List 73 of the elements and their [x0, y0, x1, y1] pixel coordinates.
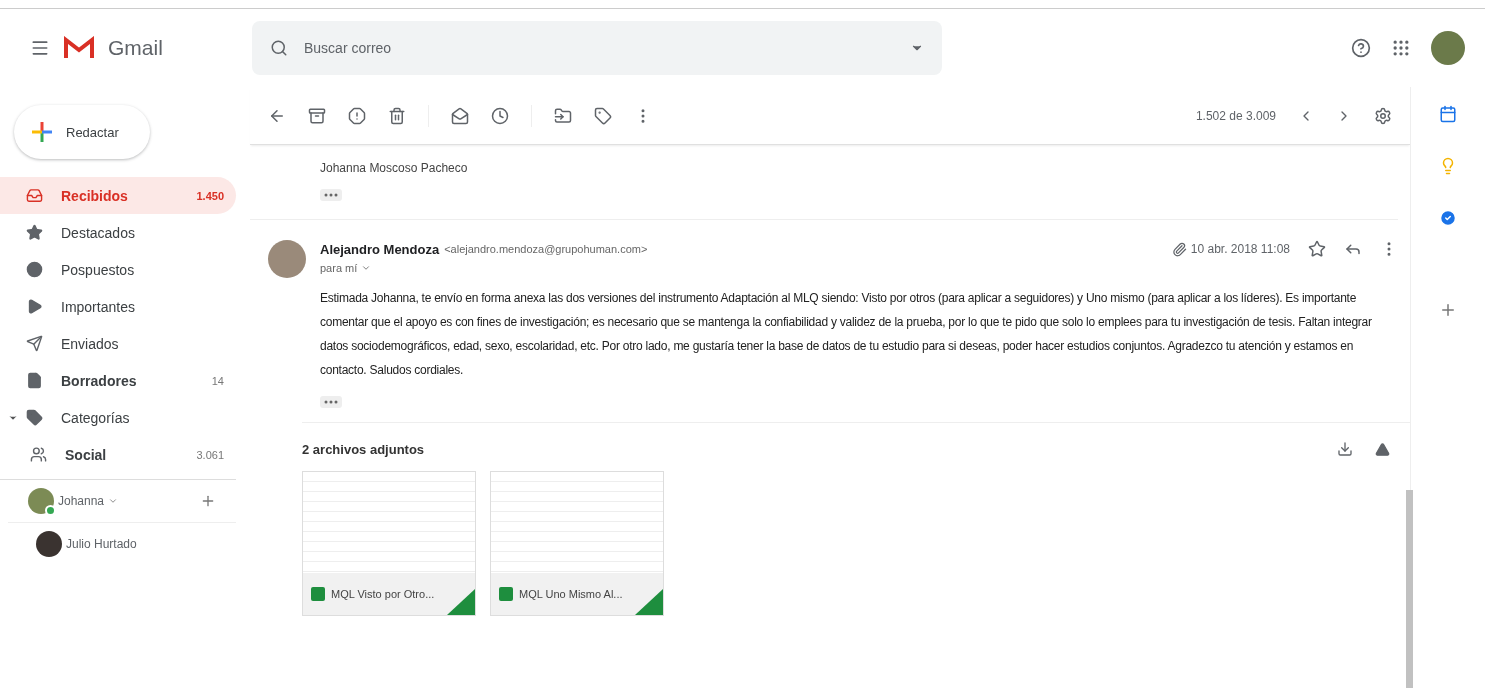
sidebar-item[interactable]: Recibidos 1.450: [0, 177, 236, 214]
inbox-icon: [26, 187, 43, 204]
paperclip-icon: [1171, 241, 1187, 257]
download-icon[interactable]: [1337, 441, 1353, 457]
sidebar-item[interactable]: Borradores 14: [0, 362, 236, 399]
sidebar-label[interactable]: Destacados: [61, 224, 135, 241]
sidebar-label[interactable]: Importantes: [61, 298, 135, 315]
sidebar-label[interactable]: Recibidos: [61, 187, 128, 204]
recipient-text: para mí: [320, 262, 358, 274]
search-field[interactable]: Buscar correo: [302, 39, 896, 57]
open-envelope-icon[interactable]: [451, 106, 469, 125]
star-icon[interactable]: [1308, 240, 1326, 258]
sidebar-item[interactable]: Social 3.061: [0, 436, 236, 473]
file-name: MQL Uno Mismo Al...: [519, 588, 623, 600]
signature-text: Johanna Moscoso Pacheco: [320, 161, 469, 175]
social-icon: [30, 446, 47, 463]
apps-grid-icon[interactable]: [1391, 38, 1411, 58]
contact-name[interactable]: Julio Hurtado: [66, 537, 137, 551]
ellipsis-icon: [324, 193, 338, 197]
sidebar-item[interactable]: Categorías: [0, 399, 236, 436]
menu-icon[interactable]: [30, 38, 50, 58]
attachment-card[interactable]: MQL Visto por Otro...: [302, 471, 476, 616]
plus-icon: [30, 120, 54, 144]
draft-icon: [26, 372, 43, 389]
corner-fold-icon: [635, 589, 663, 615]
ellipsis-button[interactable]: [320, 396, 342, 408]
ellipsis-button[interactable]: [320, 189, 342, 201]
star-icon: [26, 224, 43, 241]
count-label: 3.061: [196, 448, 224, 461]
attachments-title: 2 archivos adjuntos: [302, 441, 426, 457]
sidebar-item[interactable]: Pospuestos: [0, 251, 236, 288]
sidebar-label[interactable]: Social: [65, 446, 107, 463]
triangle-icon[interactable]: [1375, 441, 1390, 457]
folder-icon[interactable]: [554, 106, 572, 125]
search-icon[interactable]: [270, 39, 288, 57]
file-name: MQL Visto por Otro...: [331, 588, 435, 600]
pagination-text: 1.502 de 3.009: [1195, 108, 1276, 123]
calendar-icon[interactable]: [1439, 105, 1457, 123]
sidebar-item[interactable]: Destacados: [0, 214, 236, 251]
search-bar[interactable]: Buscar correo: [252, 21, 942, 75]
archive-icon[interactable]: [308, 106, 326, 125]
important-icon: [26, 298, 43, 315]
sent-icon: [26, 335, 43, 352]
scrollbar[interactable]: [1406, 490, 1413, 688]
compose-button[interactable]: Redactar: [14, 105, 150, 159]
check-circle-icon[interactable]: [1439, 209, 1457, 227]
sender-name: Alejandro Mendoza: [320, 241, 440, 257]
sidebar-item[interactable]: Importantes: [0, 288, 236, 325]
label-icon: [26, 409, 43, 426]
sidebar-item[interactable]: Enviados: [0, 325, 236, 362]
mail-logo-icon: [64, 36, 94, 60]
count-label: 1.450: [196, 189, 224, 202]
message-date: 10 abr. 2018 11:08: [1190, 242, 1290, 256]
user-name[interactable]: Johanna: [58, 494, 105, 508]
sidebar-label[interactable]: Borradores: [61, 372, 137, 389]
sidebar-label[interactable]: Pospuestos: [61, 261, 135, 278]
avatar: [268, 240, 306, 278]
settings-icon[interactable]: [1374, 106, 1392, 125]
trash-icon[interactable]: [388, 106, 406, 125]
sidebar-label[interactable]: Categorías: [61, 409, 130, 426]
plus-icon[interactable]: [200, 493, 216, 509]
sidebar-label[interactable]: Enviados: [61, 335, 119, 352]
help-icon[interactable]: [1351, 38, 1371, 58]
plus-icon[interactable]: [1439, 301, 1457, 319]
spam-icon[interactable]: [348, 106, 366, 125]
count-label: 14: [211, 374, 224, 387]
attachment-card[interactable]: MQL Uno Mismo Al...: [490, 471, 664, 616]
label-icon[interactable]: [594, 106, 612, 125]
avatar[interactable]: [36, 531, 62, 557]
sender-email: <alejandro.mendoza@grupohuman.com>: [444, 243, 648, 255]
app-name: Gmail: [108, 36, 163, 60]
ellipsis-icon: [324, 400, 338, 404]
message-body: Estimada Johanna, te envío en forma anexa las dos versiones del instrumento Adaptación al MLQ siendo: Visto por otros (para aplicar a seguidores) y Uno mismo (para aplicar a los líderes). Es importante comentar que el apoyo es con fines de investigación; es necesario que se mantenga la confiabilidad y validez de la prueba, por lo que te pido que solo lo emplees para tu investigación de tesis. Faltan integrar datos sociodemográficos, edad, sexo, escolaridad, etc. Por otro lado, me gustaría tener la base de datos de tu estudio para si deseas, poder hacer estudios conjuntos. Agradezco tu atención y estamos en contacto. Saludos cordiales.: [320, 290, 1373, 379]
